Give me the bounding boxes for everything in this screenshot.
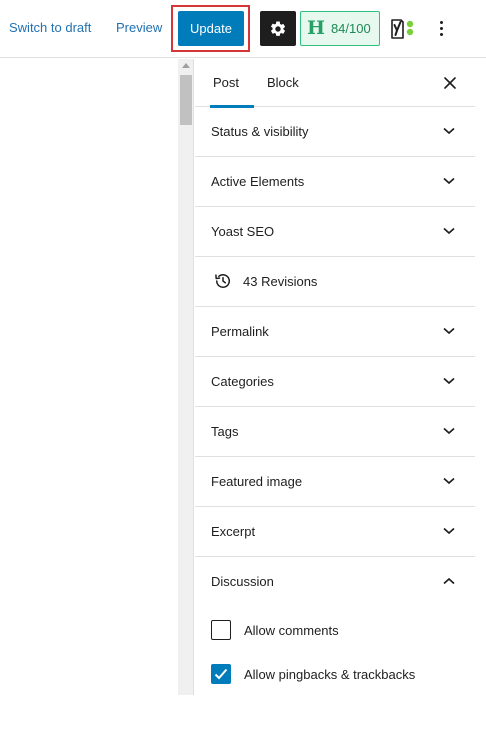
panel-status-visibility[interactable]: Status & visibility [195, 107, 475, 157]
yoast-seo-button[interactable] [386, 12, 422, 45]
tab-post[interactable]: Post [209, 59, 255, 108]
more-options-button[interactable] [430, 12, 452, 45]
more-dot-icon [439, 33, 443, 36]
settings-button[interactable] [260, 11, 296, 46]
more-dot-icon [439, 21, 443, 24]
chevron-down-icon [443, 327, 455, 335]
panel-title: Featured image [211, 474, 303, 489]
allow-pingbacks-label: Allow pingbacks & trackbacks [244, 666, 416, 682]
scroll-thumb[interactable] [180, 75, 192, 125]
chevron-down-icon [443, 427, 455, 435]
update-button[interactable]: Update [178, 11, 244, 46]
allow-comments-label: Allow comments [244, 622, 339, 638]
yoast-logo-icon [391, 18, 414, 39]
chevron-down-icon [443, 227, 455, 235]
panel-yoast-seo[interactable]: Yoast SEO [195, 207, 475, 257]
chevron-down-icon [443, 177, 455, 185]
gear-icon [270, 20, 286, 36]
preview-button[interactable]: Preview [116, 20, 162, 35]
panel-title: Status & visibility [211, 124, 309, 139]
panel-title: Yoast SEO [211, 224, 275, 239]
allow-pingbacks-option[interactable]: Allow pingbacks & trackbacks [211, 663, 415, 685]
content-score-value: 84/100 [330, 21, 371, 36]
panel-title: Discussion [211, 574, 274, 589]
panel-title: Tags [211, 424, 239, 439]
scroll-up-arrow-icon[interactable] [182, 63, 190, 68]
allow-comments-option[interactable]: Allow comments [211, 619, 339, 641]
history-icon [215, 274, 230, 288]
allow-pingbacks-checkbox[interactable] [211, 664, 231, 684]
panel-revisions[interactable]: 43 Revisions [195, 257, 475, 307]
panel-categories[interactable]: Categories [195, 357, 475, 407]
settings-sidebar: Post Block Status & visibility Active El… [195, 59, 475, 695]
tab-block[interactable]: Block [265, 59, 301, 107]
chevron-down-icon [443, 527, 455, 535]
chevron-down-icon [443, 377, 455, 385]
panel-tags[interactable]: Tags [195, 407, 475, 457]
panel-title: Permalink [211, 324, 269, 339]
panel-featured-image[interactable]: Featured image [195, 457, 475, 507]
switch-to-draft-button[interactable]: Switch to draft [9, 20, 91, 35]
panel-title: Active Elements [211, 174, 305, 189]
panel-title: Excerpt [211, 524, 256, 539]
editor-toolbar: Switch to draft Preview Update H 84/100 [0, 0, 486, 58]
content-score-button[interactable]: H 84/100 [300, 11, 380, 46]
chevron-down-icon [443, 477, 455, 485]
panel-excerpt[interactable]: Excerpt [195, 507, 475, 557]
revisions-link: 43 Revisions [243, 274, 318, 289]
checkmark-icon [214, 668, 228, 680]
close-sidebar-button[interactable] [441, 74, 459, 92]
panel-discussion[interactable]: Discussion [195, 557, 475, 607]
editor-scrollbar[interactable] [178, 59, 194, 695]
more-dot-icon [439, 27, 443, 30]
chevron-up-icon [443, 577, 455, 585]
panel-title: Categories [211, 374, 274, 389]
chevron-down-icon [443, 127, 455, 135]
close-icon [444, 77, 456, 89]
score-logo-icon: H [307, 17, 325, 39]
sidebar-tabs: Post Block [195, 59, 475, 108]
panel-permalink[interactable]: Permalink [195, 307, 475, 357]
discussion-options: Allow comments Allow pingbacks & trackba… [195, 607, 475, 747]
allow-comments-checkbox[interactable] [211, 620, 231, 640]
panel-active-elements[interactable]: Active Elements [195, 157, 475, 207]
